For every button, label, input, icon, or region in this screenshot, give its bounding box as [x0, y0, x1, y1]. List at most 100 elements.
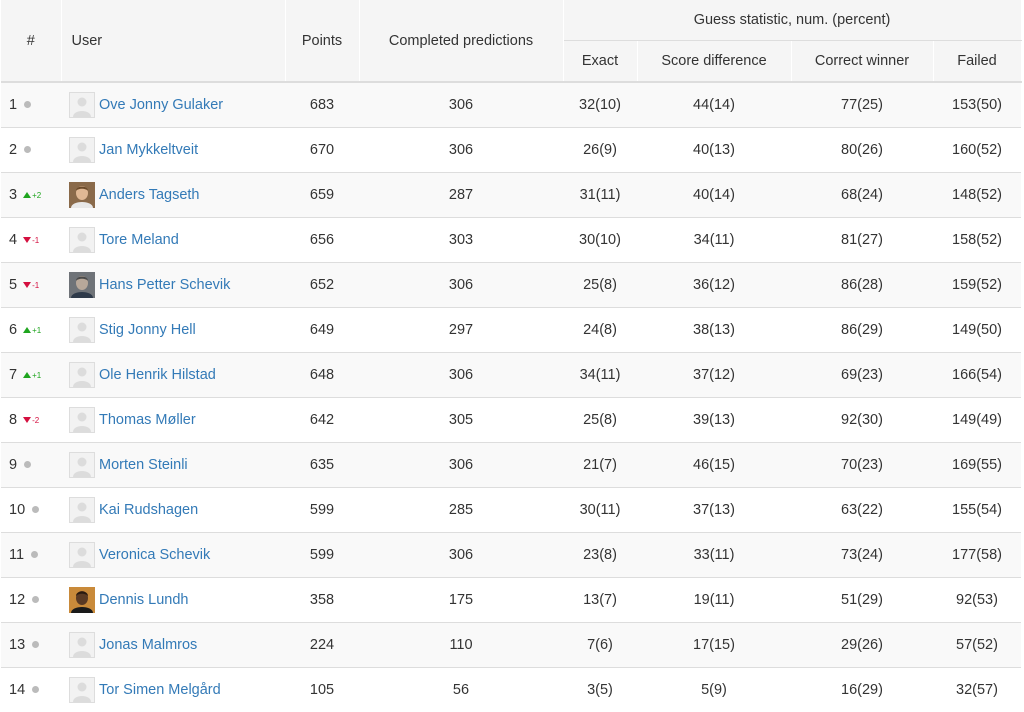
rank-cell: 12: [1, 578, 61, 623]
correct-winner-cell: 68(24): [791, 173, 933, 218]
avatar: [69, 677, 95, 703]
points-cell: 635: [285, 443, 359, 488]
failed-cell: 153(50): [933, 82, 1021, 128]
avatar: [69, 407, 95, 433]
user-link[interactable]: Anders Tagseth: [99, 187, 200, 203]
user-cell: Tor Simen Melgård: [61, 668, 285, 712]
user-link[interactable]: Jonas Malmros: [99, 637, 197, 653]
avatar: [69, 137, 95, 163]
user-cell: Thomas Møller: [61, 398, 285, 443]
col-header-completed: Completed predictions: [359, 0, 563, 82]
col-header-user: User: [61, 0, 285, 82]
rank-cell: 1: [1, 82, 61, 128]
score-difference-cell: 36(12): [637, 263, 791, 308]
exact-cell: 30(10): [563, 218, 637, 263]
user-link[interactable]: Dennis Lundh: [99, 592, 189, 608]
points-cell: 105: [285, 668, 359, 712]
failed-cell: 160(52): [933, 128, 1021, 173]
points-cell: 648: [285, 353, 359, 398]
rank-cell: 5 -1: [1, 263, 61, 308]
user-cell: Ove Jonny Gulaker: [61, 82, 285, 128]
score-difference-cell: 40(13): [637, 128, 791, 173]
user-link[interactable]: Ole Henrik Hilstad: [99, 367, 216, 383]
exact-cell: 30(11): [563, 488, 637, 533]
rank-up-indicator: +1: [23, 326, 41, 335]
failed-cell: 158(52): [933, 218, 1021, 263]
rank-number: 6: [9, 322, 17, 338]
exact-cell: 7(6): [563, 623, 637, 668]
rank-cell: 3 +2: [1, 173, 61, 218]
correct-winner-cell: 77(25): [791, 82, 933, 128]
col-header-points: Points: [285, 0, 359, 82]
score-difference-cell: 40(14): [637, 173, 791, 218]
correct-winner-cell: 81(27): [791, 218, 933, 263]
user-link[interactable]: Tore Meland: [99, 232, 179, 248]
correct-winner-cell: 92(30): [791, 398, 933, 443]
user-cell: Jan Mykkeltveit: [61, 128, 285, 173]
table-row: 14 Tor Simen Melgård105563(5)5(9)16(29)3…: [1, 668, 1021, 712]
unchanged-dot-icon: [24, 101, 31, 108]
avatar: [69, 587, 95, 613]
user-link[interactable]: Hans Petter Schevik: [99, 277, 230, 293]
user-link[interactable]: Jan Mykkeltveit: [99, 142, 198, 158]
completed-cell: 303: [359, 218, 563, 263]
col-header-correct-winner: Correct winner: [791, 41, 933, 83]
user-link[interactable]: Morten Steinli: [99, 457, 188, 473]
failed-cell: 32(57): [933, 668, 1021, 712]
exact-cell: 21(7): [563, 443, 637, 488]
rank-cell: 13: [1, 623, 61, 668]
user-cell: Veronica Schevik: [61, 533, 285, 578]
score-difference-cell: 19(11): [637, 578, 791, 623]
user-link[interactable]: Kai Rudshagen: [99, 502, 198, 518]
rank-number: 7: [9, 367, 17, 383]
user-link[interactable]: Ove Jonny Gulaker: [99, 97, 223, 113]
points-cell: 683: [285, 82, 359, 128]
completed-cell: 110: [359, 623, 563, 668]
user-link[interactable]: Stig Jonny Hell: [99, 322, 196, 338]
exact-cell: 32(10): [563, 82, 637, 128]
correct-winner-cell: 29(26): [791, 623, 933, 668]
correct-winner-cell: 63(22): [791, 488, 933, 533]
table-row: 7 +1Ole Henrik Hilstad64830634(11)37(12)…: [1, 353, 1021, 398]
user-cell: Kai Rudshagen: [61, 488, 285, 533]
rank-number: 8: [9, 412, 17, 428]
unchanged-dot-icon: [32, 686, 39, 693]
failed-cell: 149(49): [933, 398, 1021, 443]
rank-up-indicator: +2: [23, 191, 41, 200]
rank-number: 4: [9, 232, 17, 248]
table-row: 6 +1Stig Jonny Hell64929724(8)38(13)86(2…: [1, 308, 1021, 353]
completed-cell: 306: [359, 533, 563, 578]
rank-cell: 6 +1: [1, 308, 61, 353]
user-link[interactable]: Veronica Schevik: [99, 547, 210, 563]
leaderboard-table: # User Points Completed predictions Gues…: [1, 0, 1022, 712]
points-cell: 642: [285, 398, 359, 443]
table-row: 1 Ove Jonny Gulaker68330632(10)44(14)77(…: [1, 82, 1021, 128]
avatar: [69, 272, 95, 298]
avatar: [69, 92, 95, 118]
arrow-down-icon: [23, 417, 31, 423]
score-difference-cell: 44(14): [637, 82, 791, 128]
user-link[interactable]: Tor Simen Melgård: [99, 682, 221, 698]
col-header-failed: Failed: [933, 41, 1021, 83]
exact-cell: 24(8): [563, 308, 637, 353]
col-header-rank: #: [1, 0, 61, 82]
avatar: [69, 452, 95, 478]
user-link[interactable]: Thomas Møller: [99, 412, 196, 428]
completed-cell: 306: [359, 353, 563, 398]
completed-cell: 306: [359, 128, 563, 173]
completed-cell: 287: [359, 173, 563, 218]
table-row: 10 Kai Rudshagen59928530(11)37(13)63(22)…: [1, 488, 1021, 533]
score-difference-cell: 33(11): [637, 533, 791, 578]
avatar: [69, 542, 95, 568]
rank-number: 5: [9, 277, 17, 293]
rank-down-indicator: -1: [23, 236, 39, 245]
points-cell: 656: [285, 218, 359, 263]
points-cell: 224: [285, 623, 359, 668]
rank-down-indicator: -1: [23, 281, 39, 290]
score-difference-cell: 37(13): [637, 488, 791, 533]
rank-down-indicator: -2: [23, 416, 39, 425]
score-difference-cell: 38(13): [637, 308, 791, 353]
rank-number: 10: [9, 502, 25, 518]
user-cell: Jonas Malmros: [61, 623, 285, 668]
rank-cell: 11: [1, 533, 61, 578]
